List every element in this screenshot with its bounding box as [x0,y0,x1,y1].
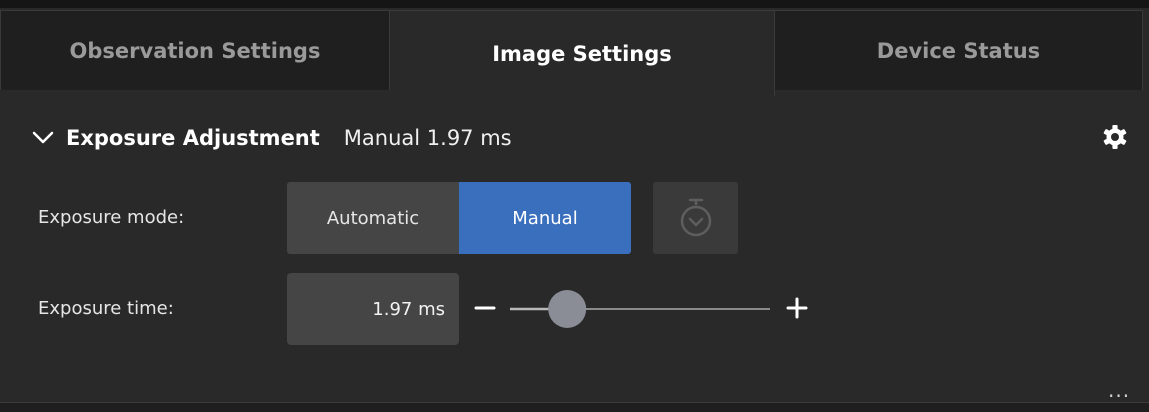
stopwatch-icon [680,198,711,237]
automatic-button[interactable]: Automatic [287,182,459,254]
tab-device-status[interactable]: Device Status [775,10,1143,90]
exposure-mode-label: Exposure mode: [38,207,185,228]
tab-image-settings[interactable]: Image Settings [390,10,775,96]
exposure-section-header[interactable]: Exposure Adjustment Manual 1.97 ms [30,120,512,156]
exposure-mode-toggle: Automatic Manual [287,182,631,254]
image-settings-panel: Observation Settings Image Settings Devi… [0,0,1149,412]
more-options-button[interactable]: ... [1108,380,1130,400]
tab-bar: Observation Settings Image Settings Devi… [0,8,1149,96]
exposure-time-slider[interactable] [508,289,772,329]
exposure-time-field[interactable]: 1.97 ms [287,273,459,345]
gear-icon[interactable] [1100,122,1130,152]
tab-observation-settings[interactable]: Observation Settings [0,10,390,90]
plus-icon[interactable] [785,296,809,320]
chevron-down-icon[interactable] [30,125,56,151]
manual-button[interactable]: Manual [459,182,631,254]
stopwatch-button[interactable] [653,182,738,254]
top-strip [0,0,1149,8]
minus-icon[interactable] [474,296,498,320]
section-title: Exposure Adjustment [66,126,320,150]
slider-thumb[interactable] [548,290,587,328]
exposure-time-label: Exposure time: [38,298,174,319]
section-summary: Manual 1.97 ms [343,126,512,150]
bottom-strip [0,402,1149,412]
